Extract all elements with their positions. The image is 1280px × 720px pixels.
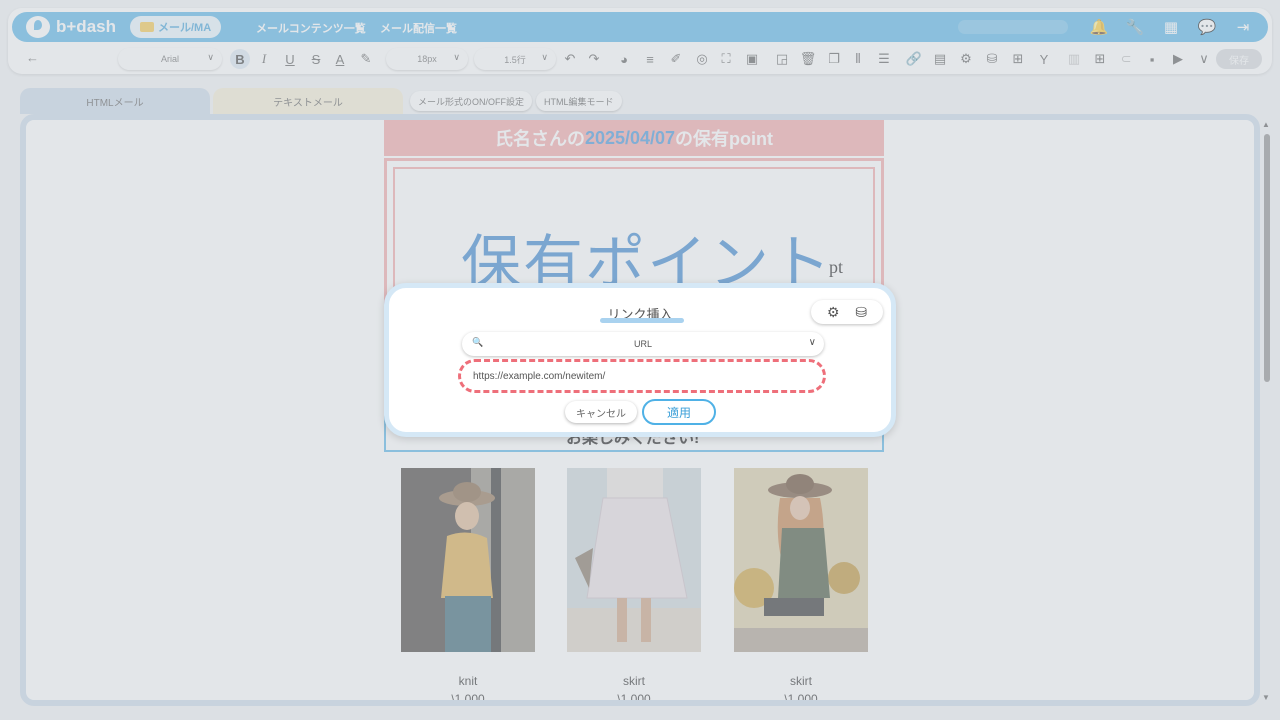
link-type-select[interactable]: 🔍 URL ∨	[462, 332, 824, 356]
link-insert-dialog: リンク挿入 ⚙ ⛁ 🔍 URL ∨ キャンセル 適用	[384, 283, 896, 437]
cancel-button[interactable]: キャンセル	[565, 401, 637, 423]
database-icon[interactable]: ⛁	[855, 304, 867, 321]
title-underline	[600, 318, 684, 323]
url-input-wrapper	[458, 359, 826, 393]
chevron-down-icon: ∨	[808, 337, 816, 348]
url-input[interactable]	[473, 368, 803, 384]
dialog-tools: ⚙ ⛁	[811, 300, 883, 324]
gears-icon[interactable]: ⚙	[827, 304, 840, 321]
link-type-value: URL	[633, 339, 652, 349]
search-icon: 🔍	[472, 337, 484, 347]
apply-button[interactable]: 適用	[642, 399, 716, 425]
